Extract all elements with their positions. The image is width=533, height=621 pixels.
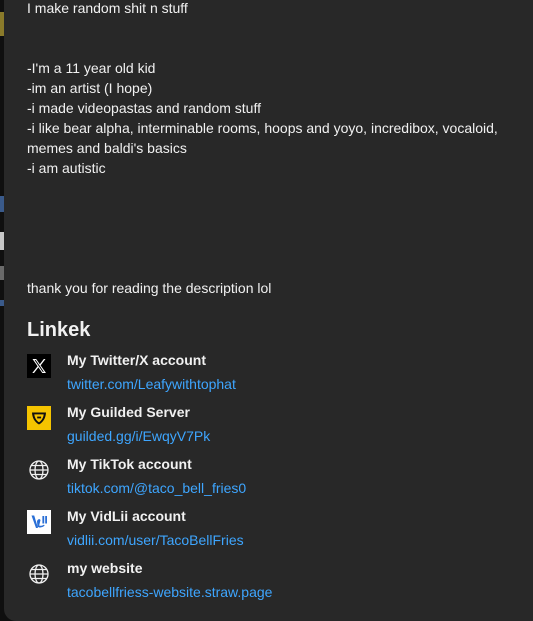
description-panel: I make random shit n stuff -I'm a 11 yea…	[4, 0, 533, 621]
description-line: -i made videopastas and random stuff	[27, 100, 261, 116]
link-item-twitter[interactable]: My Twitter/X account twitter.com/Leafywi…	[27, 352, 507, 400]
link-url[interactable]: twitter.com/Leafywithtophat	[67, 374, 236, 394]
globe-icon	[27, 458, 51, 482]
link-title: my website	[67, 560, 143, 576]
link-title: My Twitter/X account	[67, 352, 206, 368]
link-item-tiktok[interactable]: My TikTok account tiktok.com/@taco_bell_…	[27, 456, 507, 504]
link-url[interactable]: guilded.gg/i/EwqyV7Pk	[67, 426, 210, 446]
link-title: My Guilded Server	[67, 404, 190, 420]
vidlii-logo-icon	[27, 510, 51, 534]
link-item-website[interactable]: my website tacobellfriess-website.straw.…	[27, 560, 507, 608]
link-item-guilded[interactable]: My Guilded Server guilded.gg/i/EwqyV7Pk	[27, 404, 507, 452]
guilded-logo-icon	[27, 406, 51, 430]
x-logo-icon	[27, 354, 51, 378]
link-url[interactable]: tacobellfriess-website.straw.page	[67, 582, 272, 602]
description-line: thank you for reading the description lo…	[27, 280, 272, 296]
description-line: memes and baldi's basics	[27, 140, 187, 156]
globe-icon	[27, 562, 51, 586]
link-title: My TikTok account	[67, 456, 192, 472]
description-line: -i am autistic	[27, 160, 106, 176]
description-line: I make random shit n stuff	[27, 0, 188, 16]
description-line: -i like bear alpha, interminable rooms, …	[27, 120, 498, 136]
links-heading: Linkek	[27, 319, 91, 341]
link-item-vidlii[interactable]: My VidLii account vidlii.com/user/TacoBe…	[27, 508, 507, 556]
link-url[interactable]: tiktok.com/@taco_bell_fries0	[67, 478, 246, 498]
link-url[interactable]: vidlii.com/user/TacoBellFries	[67, 530, 244, 550]
link-title: My VidLii account	[67, 508, 186, 524]
description-line: -im an artist (I hope)	[27, 80, 153, 96]
description-line: -I'm a 11 year old kid	[27, 60, 156, 76]
